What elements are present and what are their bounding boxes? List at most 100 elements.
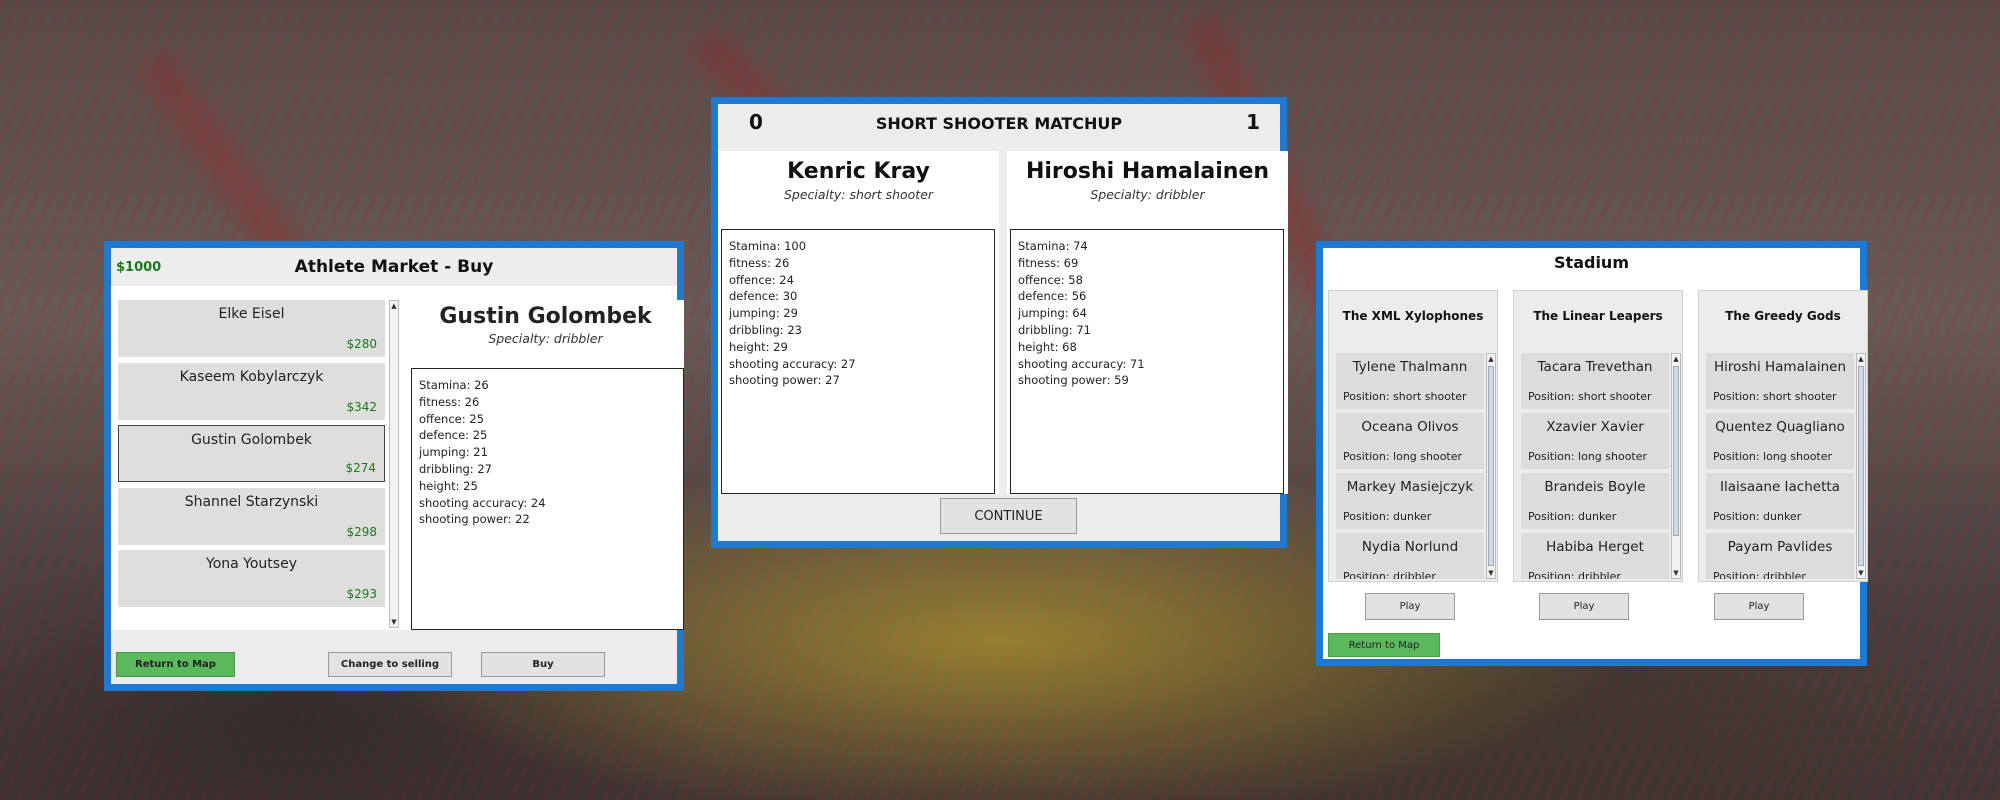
stat-line: offence: 58 [1018,272,1083,287]
stat-line: defence: 30 [729,289,798,304]
player-position: Position: long shooter [1343,450,1463,463]
right-player-specialty: Specialty: dribbler [1090,187,1205,202]
stat-line: dribbling: 71 [1018,322,1091,337]
list-item[interactable]: Nydia Norlund Position: dribbler [1336,533,1484,579]
stat-line: Stamina: 74 [1018,239,1088,253]
stat-line: fitness: 69 [1018,255,1079,270]
player-name: Nydia Norlund [1361,539,1459,555]
player-name: Markey Masiejczyk [1346,479,1474,495]
list-item[interactable]: Shannel Starzynski $298 [118,487,385,545]
player-position: Position: long shooter [1713,450,1833,463]
player-position: Position: short shooter [1343,390,1467,403]
return-to-map-button[interactable]: Return to Map [1328,633,1440,657]
scroll-up-icon[interactable]: ▲ [390,301,398,311]
matchup-panel: 0 SHORT SHOOTER MATCHUP 1 Kenric Kray Sp… [711,97,1288,548]
stat-line: shooting power: 22 [419,512,530,527]
right-player-card: Hiroshi Hamalainen Specialty: dribbler S… [1007,151,1288,494]
stadium-title: Stadium [1554,253,1629,272]
stat-line: jumping: 64 [1018,306,1087,321]
play-button[interactable]: Play [1539,593,1629,620]
list-item[interactable]: Habiba Herget Position: dribbler [1521,533,1669,579]
athlete-name: Shannel Starzynski [184,493,319,510]
stat-line: fitness: 26 [729,255,790,270]
left-player-card: Kenric Kray Specialty: short shooter Sta… [718,151,999,494]
player-position: Position: dribbler [1528,570,1621,579]
scroll-down-icon[interactable]: ▼ [390,617,398,627]
list-item[interactable]: Elke Eisel $280 [118,300,385,357]
player-list: Hiroshi Hamalainen Position: short shoote… [1706,353,1854,579]
return-to-map-button[interactable]: Return to Map [116,652,235,677]
player-position: Position: dribbler [1343,570,1436,579]
play-button[interactable]: Play [1365,593,1455,620]
player-name: Hiroshi Hamalainen [1713,359,1847,375]
matchup-title: SHORT SHOOTER MATCHUP [875,114,1123,133]
list-item[interactable]: Kaseem Kobylarczyk $342 [118,362,385,420]
team-name: The Linear Leapers [1533,309,1663,323]
stat-line: shooting power: 27 [729,373,840,388]
scroll-thumb[interactable] [1858,366,1864,566]
list-item[interactable]: Brandeis Boyle Position: dunker [1521,473,1669,529]
left-player-name: Kenric Kray [787,159,930,184]
list-item[interactable]: Markey Masiejczyk Position: dunker [1336,473,1484,529]
player-list: Tacara Trevethan Position: short shooter … [1521,353,1669,579]
athlete-list: Elke Eisel $280 Kaseem Kobylarczyk $342 … [118,300,385,628]
list-item[interactable]: Yona Youtsey $293 [118,550,385,607]
scroll-up-icon[interactable]: ▲ [1857,354,1865,364]
change-to-selling-button[interactable]: Change to selling [328,652,452,677]
scroll-up-icon[interactable]: ▲ [1672,354,1680,364]
athlete-list-scrollbar[interactable]: ▲ ▼ [389,300,399,628]
list-item[interactable]: Tacara Trevethan Position: short shooter [1521,353,1669,409]
player-position: Position: dribbler [1713,570,1806,579]
scroll-down-icon[interactable]: ▼ [1857,568,1865,578]
list-item[interactable]: Xzavier Xavier Position: long shooter [1521,413,1669,469]
athlete-market-panel: Athlete Market - Buy $1000 Elke Eisel $2… [104,241,684,691]
stadium-panel: Stadium The XML Xylophones Tylene Thalma… [1316,241,1868,666]
list-item-selected[interactable]: Gustin Golombek $274 [118,425,385,482]
team-name: The XML Xylophones [1342,309,1484,323]
list-item[interactable]: Ilaisaane Iachetta Position: dunker [1706,473,1854,529]
list-item[interactable]: Payam Pavlides Position: dribbler [1706,533,1854,579]
stat-line: offence: 25 [419,411,484,426]
team-card: The Linear Leapers Tacara Trevethan Posit… [1513,290,1683,582]
player-list-scrollbar[interactable]: ▲ ▼ [1671,353,1681,579]
player-position: Position: dunker [1343,510,1432,523]
stat-line: height: 29 [729,339,788,354]
player-list-scrollbar[interactable]: ▲ ▼ [1856,353,1866,579]
player-name: Tylene Thalmann [1352,359,1468,375]
stat-line: height: 25 [419,478,478,493]
scroll-thumb[interactable] [1488,366,1494,566]
list-item[interactable]: Oceana Olivos Position: long shooter [1336,413,1484,469]
stat-line: dribbling: 23 [729,322,802,337]
team-card: The XML Xylophones Tylene Thalmann Positi… [1328,290,1498,582]
scroll-down-icon[interactable]: ▼ [1672,568,1680,578]
list-item[interactable]: Tylene Thalmann Position: short shooter [1336,353,1484,409]
left-stats-box: Stamina: 100 fitness: 26 offence: 24 def… [721,229,995,494]
play-button[interactable]: Play [1714,593,1804,620]
athlete-price: $298 [346,524,377,539]
list-item[interactable]: Hiroshi Hamalainen Position: short shoote… [1706,353,1854,409]
scroll-down-icon[interactable]: ▼ [1487,568,1495,578]
player-position: Position: dunker [1528,510,1617,523]
player-position: Position: dunker [1713,510,1802,523]
scroll-up-icon[interactable]: ▲ [1487,354,1495,364]
team-name: The Greedy Gods [1725,309,1841,323]
right-player-name: Hiroshi Hamalainen [1025,159,1270,184]
player-name: Habiba Herget [1546,539,1644,555]
player-list-scrollbar[interactable]: ▲ ▼ [1486,353,1496,579]
right-stats-box: Stamina: 74 fitness: 69 offence: 58 defe… [1010,229,1284,494]
stat-line: offence: 24 [729,272,794,287]
stat-line: shooting accuracy: 24 [419,495,546,510]
stat-line: shooting accuracy: 71 [1018,356,1145,371]
stat-line: height: 68 [1018,339,1077,354]
list-item[interactable]: Quentez Quagliano Position: long shooter [1706,413,1854,469]
stat-line: dribbling: 27 [419,461,492,476]
player-name: Oceana Olivos [1361,419,1459,435]
continue-button[interactable]: CONTINUE [940,498,1077,534]
athlete-name: Elke Eisel [218,306,285,322]
buy-button[interactable]: Buy [481,652,605,677]
scroll-thumb[interactable] [1673,366,1679,536]
score-right: 1 [1246,110,1260,134]
stat-line: shooting accuracy: 27 [729,356,856,371]
detail-specialty: Specialty: dribbler [488,331,603,346]
athlete-price: $274 [345,461,376,475]
